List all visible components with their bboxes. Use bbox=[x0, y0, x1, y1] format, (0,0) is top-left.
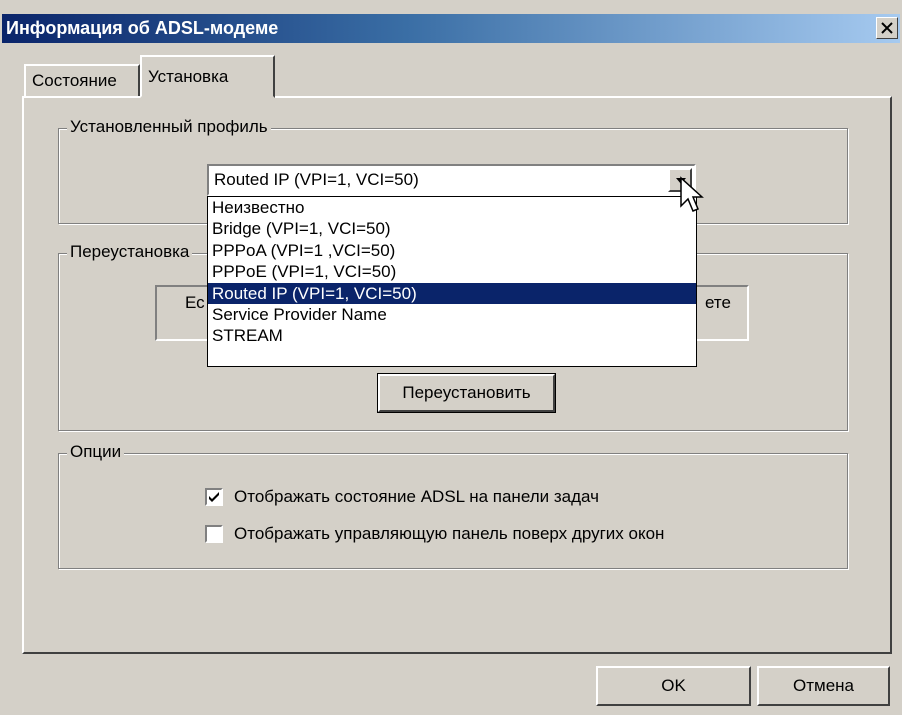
profile-combobox[interactable]: Routed IP (VPI=1, VCI=50) bbox=[207, 164, 696, 196]
reinstall-button-label: Переустановить bbox=[402, 383, 531, 402]
on-top-checkbox-label: Отображать управляющую панель поверх дру… bbox=[234, 524, 665, 543]
reinstall-button[interactable]: Переустановить bbox=[377, 373, 556, 413]
options-group-title: Опции bbox=[67, 442, 125, 462]
profile-group-title: Установленный профиль bbox=[67, 117, 271, 137]
tab-setup-label: Установка bbox=[148, 66, 229, 86]
reinstall-info-text-left: Ес bbox=[185, 293, 205, 312]
list-item-pppoa[interactable]: PPPoA (VPI=1 ,VCI=50) bbox=[208, 240, 696, 261]
close-icon bbox=[881, 22, 893, 34]
checkmark-icon bbox=[209, 492, 219, 502]
list-item-service-provider-name[interactable]: Service Provider Name bbox=[208, 304, 696, 325]
on-top-checkbox[interactable] bbox=[205, 525, 223, 543]
dialog-window: Информация об ADSL-модеме Состояние Уста… bbox=[0, 0, 902, 715]
ok-button[interactable]: OK bbox=[596, 666, 751, 706]
title-bar[interactable]: Информация об ADSL-модеме bbox=[2, 14, 900, 43]
list-item-bridge[interactable]: Bridge (VPI=1, VCI=50) bbox=[208, 218, 696, 239]
cancel-button[interactable]: Отмена bbox=[757, 666, 890, 706]
reinstall-group-title: Переустановка bbox=[67, 242, 193, 262]
cancel-button-label: Отмена bbox=[793, 676, 854, 695]
reinstall-info-text-right: ете bbox=[705, 293, 731, 312]
checkbox-row-taskbar[interactable]: Отображать состояние ADSL на панели зада… bbox=[205, 487, 599, 507]
profile-combobox-value: Routed IP (VPI=1, VCI=50) bbox=[214, 170, 419, 189]
list-item-stream[interactable]: STREAM bbox=[208, 325, 696, 346]
tab-status-label: Состояние bbox=[32, 71, 117, 90]
taskbar-checkbox[interactable] bbox=[205, 488, 223, 506]
list-item-routed-ip[interactable]: Routed IP (VPI=1, VCI=50) bbox=[208, 282, 696, 304]
taskbar-checkbox-label: Отображать состояние ADSL на панели зада… bbox=[234, 487, 599, 506]
window-title: Информация об ADSL-модеме bbox=[6, 18, 279, 38]
tab-setup[interactable]: Установка bbox=[140, 55, 275, 98]
tab-status[interactable]: Состояние bbox=[24, 64, 140, 96]
profile-dropdown-list[interactable]: Неизвестно Bridge (VPI=1, VCI=50) PPPoA … bbox=[207, 196, 697, 367]
close-button[interactable] bbox=[876, 17, 898, 39]
options-group: Опции bbox=[58, 442, 848, 569]
ok-button-label: OK bbox=[661, 676, 686, 695]
checkbox-row-on-top[interactable]: Отображать управляющую панель поверх дру… bbox=[205, 524, 664, 544]
list-item-pppoe[interactable]: PPPoE (VPI=1, VCI=50) bbox=[208, 261, 696, 282]
list-item-unknown[interactable]: Неизвестно bbox=[208, 197, 696, 218]
mouse-cursor-icon bbox=[680, 176, 704, 212]
